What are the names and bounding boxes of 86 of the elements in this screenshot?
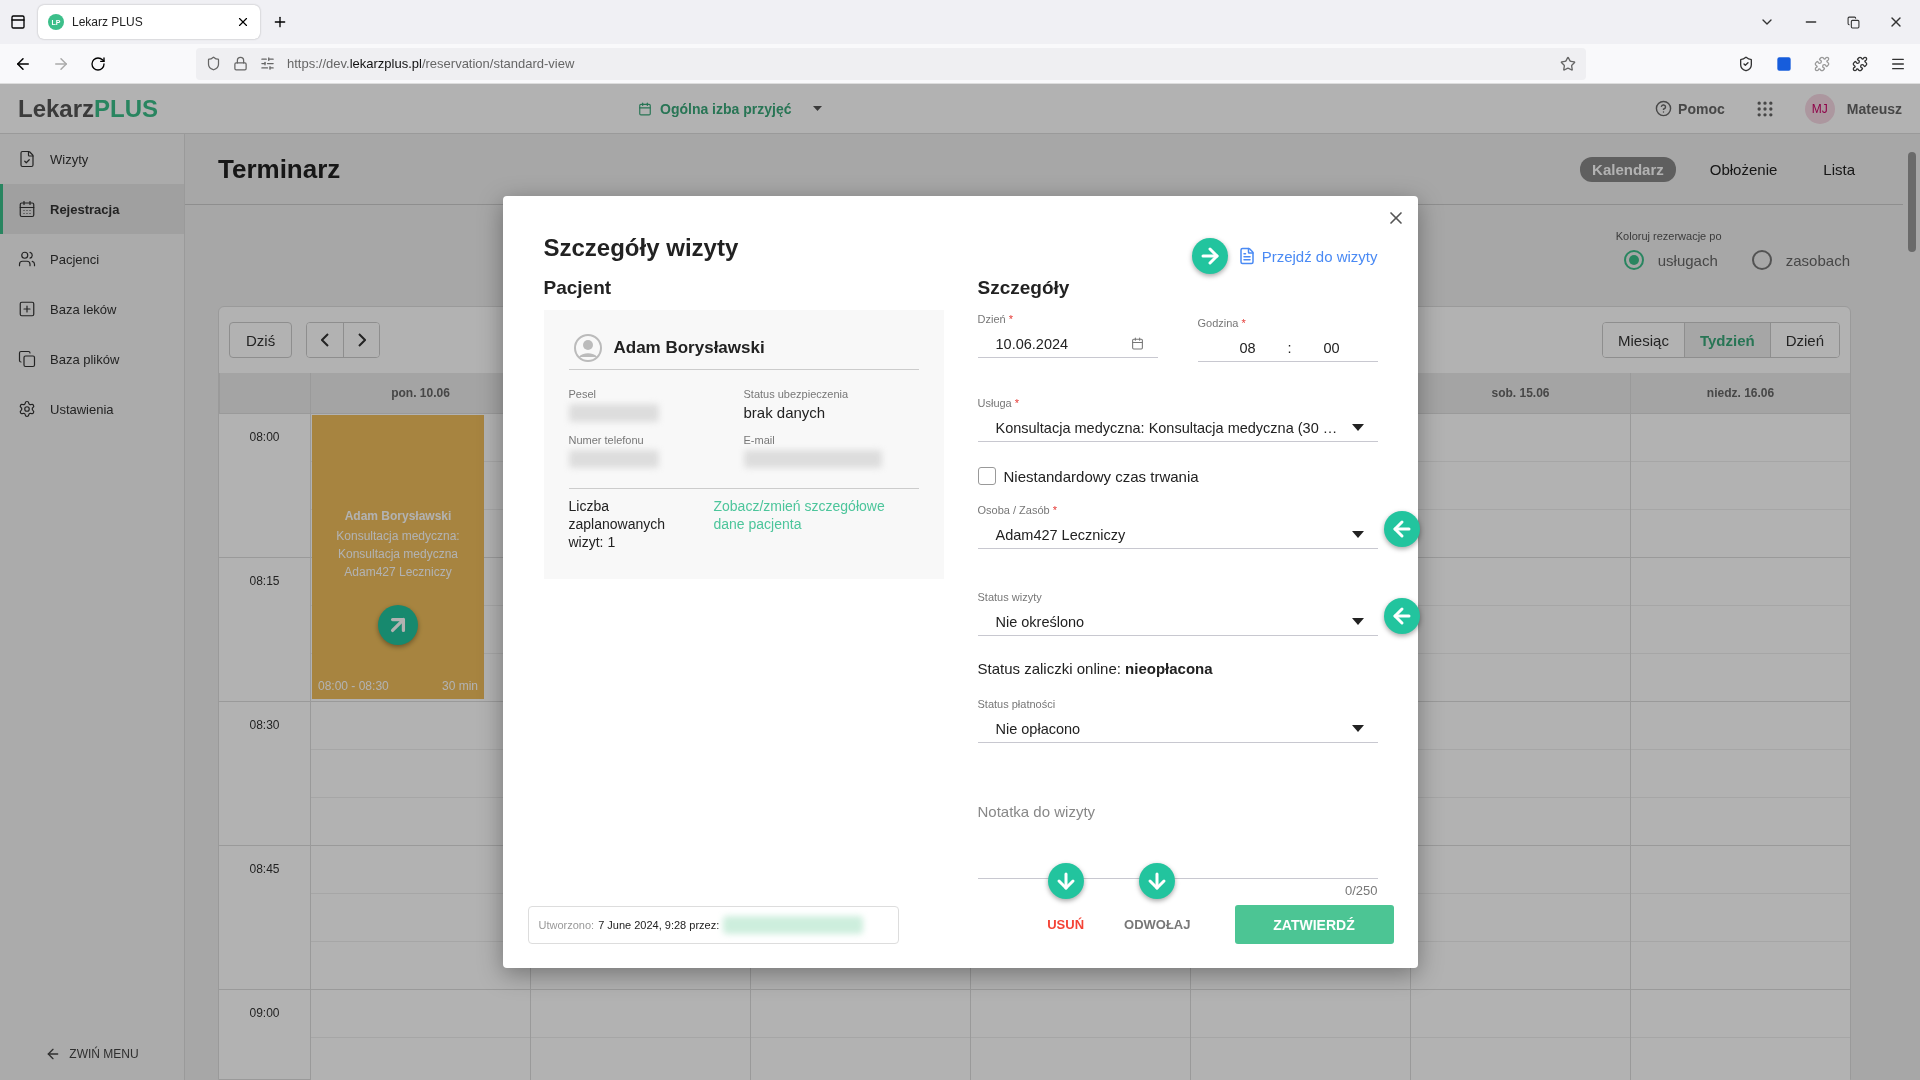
user-avatar-icon bbox=[573, 333, 602, 362]
restore-icon[interactable] bbox=[1847, 15, 1860, 29]
field-label: Status płatności bbox=[977, 698, 1057, 711]
info-label: E-mail bbox=[743, 434, 776, 446]
url-text: https://dev.lekarzplus.pl/reservation/standard-view bbox=[287, 56, 576, 71]
field-label: Godzina * bbox=[1197, 317, 1247, 330]
view-tab[interactable]: Obłożenie bbox=[1697, 156, 1790, 182]
info-label: Status ubezpieczenia bbox=[743, 388, 850, 400]
radio-option[interactable]: usługach bbox=[1623, 250, 1718, 270]
sidebar-item[interactable]: Rejestracja bbox=[0, 184, 184, 234]
sidebar-item[interactable]: Baza plików bbox=[0, 334, 184, 384]
tab-title: Lekarz PLUS bbox=[72, 15, 144, 29]
close-icon[interactable] bbox=[236, 15, 250, 29]
help-link[interactable]: Pomoc bbox=[1655, 100, 1725, 117]
reload-icon[interactable] bbox=[90, 55, 106, 72]
date-field[interactable]: 10.06.2024 bbox=[977, 330, 1158, 358]
tab-list-icon[interactable] bbox=[10, 14, 26, 30]
color-by-label: Koloruj rezerwacje po bbox=[1615, 230, 1722, 242]
visit-count: Liczba zaplanowanych wizyt: 1 bbox=[568, 497, 666, 551]
checkbox-row[interactable]: Niestandardowy czas trwania bbox=[977, 467, 1378, 485]
info-label: Pesel bbox=[568, 388, 598, 400]
deposit-status: Status zaliczki online: nieopłacona bbox=[977, 659, 1214, 679]
time-field[interactable]: 08 : 00 bbox=[1197, 334, 1378, 362]
lock-icon bbox=[233, 56, 248, 71]
field-label: Dzień * bbox=[977, 313, 1014, 326]
dialog-title: Szczegóły wizyty bbox=[543, 234, 739, 262]
address-bar[interactable]: https://dev.lekarzplus.pl/reservation/standard-view bbox=[196, 47, 1586, 80]
calendar-icon bbox=[638, 101, 652, 116]
range-button[interactable]: Dzień bbox=[1769, 323, 1839, 357]
character-counter: 0/250 bbox=[1344, 883, 1378, 898]
collapse-menu-button[interactable]: ZWIŃ MENU bbox=[0, 1028, 184, 1080]
field-label: Usługa * bbox=[977, 397, 1021, 410]
pocket-icon[interactable] bbox=[1738, 55, 1754, 72]
settings-icon bbox=[18, 400, 36, 418]
plus-box-icon bbox=[18, 300, 36, 318]
files-icon bbox=[18, 350, 36, 368]
help-icon bbox=[1655, 100, 1673, 117]
document-check-icon bbox=[18, 150, 36, 168]
permissions-icon bbox=[260, 56, 275, 71]
logo: LekarzPLUS bbox=[18, 94, 160, 123]
scroll-thumb[interactable] bbox=[1907, 152, 1916, 252]
created-value: 7 June 2024, 9:28 przez: bbox=[598, 918, 720, 931]
section-heading: Pacjent bbox=[543, 276, 613, 300]
select-field[interactable]: Nie określono bbox=[977, 608, 1378, 636]
info-value: brak danych bbox=[743, 404, 827, 422]
cancel-button[interactable]: ODWOŁAJ bbox=[1116, 909, 1199, 940]
calendar-icon bbox=[1130, 337, 1144, 350]
checkbox[interactable] bbox=[977, 467, 996, 485]
caret-icon bbox=[813, 106, 823, 111]
day-header-cell: niedz. 16.06 bbox=[1630, 373, 1850, 413]
help-label: Pomoc bbox=[1678, 100, 1725, 117]
sidebar-item[interactable]: Ustawienia bbox=[0, 384, 184, 434]
delete-button[interactable]: USUŃ bbox=[1039, 909, 1093, 940]
info-label: Numer telefonu bbox=[568, 434, 645, 446]
chevron-left-icon bbox=[321, 333, 330, 347]
caret-icon bbox=[1351, 531, 1364, 538]
section-heading: Szczegóły bbox=[977, 276, 1071, 300]
page-title: Terminarz bbox=[218, 153, 341, 185]
user-name[interactable]: Mateusz bbox=[1846, 100, 1902, 117]
sidebar-item[interactable]: Wizyty bbox=[0, 134, 184, 184]
chevron-right-icon bbox=[357, 333, 366, 347]
sidebar-item[interactable]: Pacjenci bbox=[0, 234, 184, 284]
caret-icon bbox=[1351, 618, 1364, 625]
next-button[interactable] bbox=[343, 323, 380, 357]
field-label: Status wizyty bbox=[977, 591, 1043, 604]
document-icon bbox=[1237, 247, 1256, 265]
new-tab-icon[interactable] bbox=[272, 14, 288, 30]
radio-option[interactable]: zasobach bbox=[1751, 250, 1850, 270]
select-field[interactable]: Konsultacja medyczna: Konsultacja medyczna (30 … bbox=[977, 414, 1378, 442]
caret-icon bbox=[1351, 725, 1364, 732]
people-icon bbox=[18, 250, 36, 268]
shield-extension-icon[interactable] bbox=[1776, 55, 1792, 72]
select-field[interactable]: Adam427 Leczniczy bbox=[977, 521, 1378, 549]
shield-icon bbox=[206, 56, 221, 71]
select-field[interactable]: Nie opłacono bbox=[977, 715, 1378, 743]
field-label: Osoba / Zasób * bbox=[977, 504, 1058, 517]
extensions-icon[interactable] bbox=[1852, 55, 1868, 72]
calendar-icon bbox=[18, 200, 36, 218]
extension-icon[interactable] bbox=[1814, 55, 1830, 72]
created-label: Utworzono: bbox=[538, 918, 595, 931]
sidebar-item[interactable]: Baza leków bbox=[0, 284, 184, 334]
caret-icon bbox=[1351, 424, 1364, 431]
star-icon[interactable] bbox=[1560, 55, 1576, 72]
today-button[interactable]: Dziś bbox=[229, 322, 293, 358]
view-tab[interactable]: Lista bbox=[1811, 156, 1867, 182]
patient-name: Adam Borysławski bbox=[613, 337, 765, 358]
